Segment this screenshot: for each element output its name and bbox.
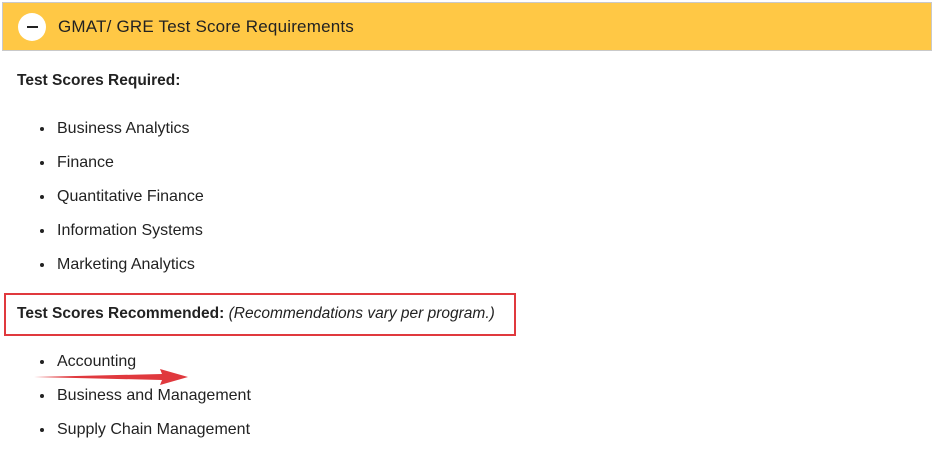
list-item: Quantitative Finance xyxy=(0,180,204,214)
required-heading: Test Scores Required: xyxy=(17,72,180,90)
required-heading-text: Test Scores Required: xyxy=(17,72,181,89)
right-arrow-annotation xyxy=(34,369,188,385)
list-item-label: Supply Chain Management xyxy=(57,421,251,438)
recommended-heading: Test Scores Recommended: (Recommendation… xyxy=(17,305,495,323)
list-item-label: Quantitative Finance xyxy=(57,188,204,205)
list-item-label: Marketing Analytics xyxy=(57,256,195,273)
list-item: Information Systems xyxy=(0,214,204,248)
list-item-label: Business Analytics xyxy=(57,120,190,137)
recommended-note: (Recommendations vary per program.) xyxy=(228,305,495,322)
recommended-list: Accounting Business and Management Suppl… xyxy=(0,345,251,447)
list-item: Supply Chain Management xyxy=(0,413,251,447)
minus-icon[interactable] xyxy=(18,12,46,41)
accordion-title: GMAT/ GRE Test Score Requirements xyxy=(58,16,355,36)
list-item-label: Business and Management xyxy=(57,387,251,404)
list-item-label: Finance xyxy=(57,154,114,171)
recommended-heading-text: Test Scores Recommended: xyxy=(17,305,225,322)
list-item-label: Information Systems xyxy=(57,222,203,239)
list-item: Finance xyxy=(0,146,204,180)
required-list: Business Analytics Finance Quantitative … xyxy=(0,112,204,282)
accordion-header-test-scores[interactable]: GMAT/ GRE Test Score Requirements xyxy=(2,2,932,51)
list-item: Marketing Analytics xyxy=(0,248,204,282)
list-item: Business Analytics xyxy=(0,112,204,146)
